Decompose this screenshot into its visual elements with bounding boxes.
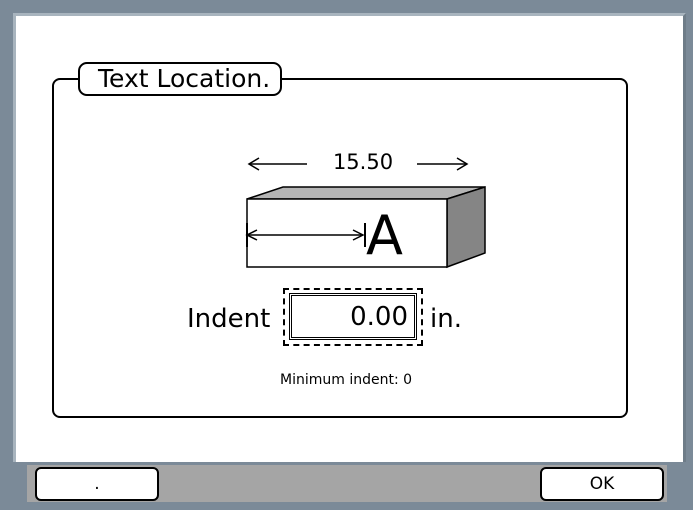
text-letter-a: A xyxy=(366,204,403,267)
indent-input[interactable] xyxy=(289,293,417,340)
softkey-left[interactable]: . xyxy=(35,467,159,501)
indent-label: Indent xyxy=(187,304,271,334)
ok-softkey[interactable]: OK xyxy=(540,467,664,501)
minimum-indent-note: Minimum indent: 0 xyxy=(279,372,413,388)
overall-length-value: 15.50 xyxy=(332,150,394,174)
group-title: Text Location. xyxy=(78,62,283,96)
unit-label: in. xyxy=(430,304,462,334)
